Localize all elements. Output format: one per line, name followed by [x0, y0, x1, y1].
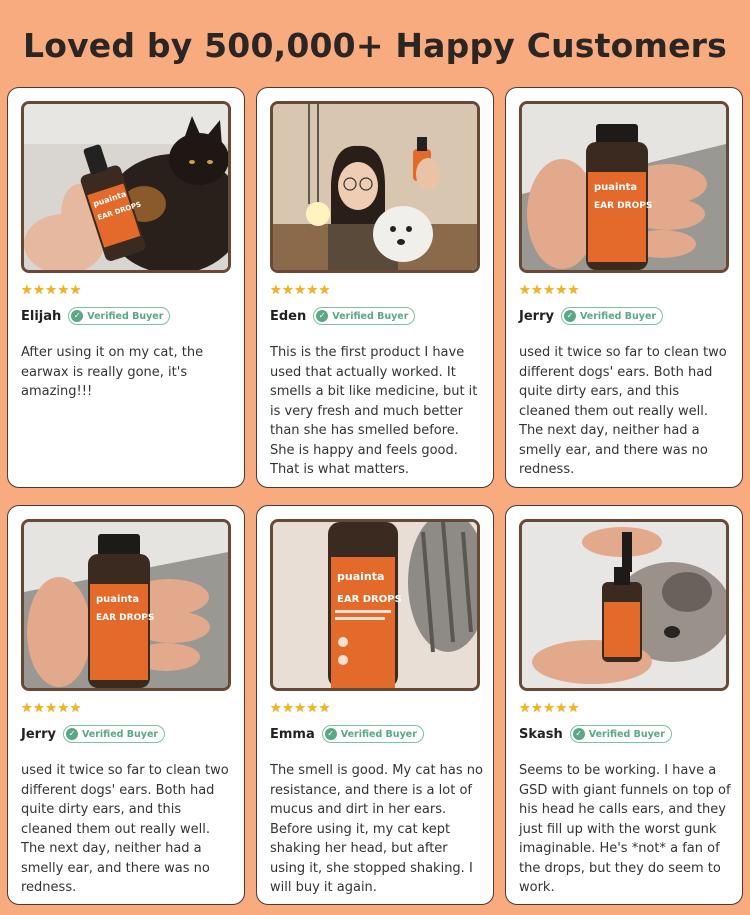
review-card: puainta EAR DROPS ★★★★★ Jerry ✓ Verified…	[7, 505, 245, 905]
reviewer-name: Jerry	[21, 726, 56, 742]
verified-badge: ✓ Verified Buyer	[68, 307, 171, 325]
reviewer-row: Elijah ✓ Verified Buyer	[21, 307, 171, 325]
star-rating: ★★★★★	[270, 701, 331, 716]
review-card: puainta EAR DROPS ★★★★★ Elijah ✓ Verifie…	[7, 87, 245, 488]
reviewer-row: Emma ✓ Verified Buyer	[270, 725, 424, 743]
bottle-product-text: EAR DROPS	[594, 201, 652, 211]
verified-badge: ✓ Verified Buyer	[321, 725, 424, 743]
review-text: This is the first product I have used th…	[270, 345, 478, 477]
star-rating: ★★★★★	[519, 283, 580, 298]
check-icon: ✓	[65, 728, 78, 740]
bottle-product-text: EAR DROPS	[96, 613, 154, 623]
star-rating: ★★★★★	[519, 701, 580, 716]
review-photo: puainta EAR DROPS	[21, 101, 231, 273]
verified-label: Verified Buyer	[81, 728, 159, 740]
verified-badge: ✓ Verified Buyer	[569, 725, 672, 743]
reviewer-row: Skash ✓ Verified Buyer	[519, 725, 672, 743]
review-text: Seems to be working. I have a GSD with g…	[519, 763, 731, 895]
review-photo	[270, 101, 480, 273]
check-icon: ✓	[324, 728, 337, 740]
check-icon: ✓	[572, 728, 585, 740]
bottle-brand-text: puainta	[96, 594, 139, 605]
review-text: After using it on my cat, the earwax is …	[21, 345, 204, 399]
check-icon: ✓	[563, 310, 576, 322]
verified-label: Verified Buyer	[332, 310, 409, 322]
star-rating: ★★★★★	[21, 283, 82, 298]
reviewer-name: Elijah	[21, 308, 62, 324]
page-title: Loved by 500,000+ Happy Customers	[23, 26, 727, 65]
review-text: used it twice so far to clean two differ…	[519, 345, 727, 477]
check-icon: ✓	[316, 310, 329, 322]
verified-label: Verified Buyer	[579, 310, 657, 322]
reviewer-name: Skash	[519, 726, 563, 742]
reviewer-row: Jerry ✓ Verified Buyer	[519, 307, 664, 325]
review-photo	[519, 519, 729, 691]
review-photo: puainta EAR DROPS	[519, 101, 729, 273]
review-text: used it twice so far to clean two differ…	[21, 763, 229, 895]
bottle-brand-text: puainta	[337, 570, 384, 583]
check-icon: ✓	[71, 310, 84, 322]
review-photo: puainta EAR DROPS	[270, 519, 480, 691]
verified-label: Verified Buyer	[340, 728, 417, 740]
review-photo: puainta EAR DROPS	[21, 519, 231, 691]
review-text: The smell is good. My cat has no resista…	[270, 763, 483, 895]
review-card: ★★★★★ Eden ✓ Verified Buyer This is the …	[256, 87, 494, 488]
verified-badge: ✓ Verified Buyer	[313, 307, 416, 325]
bottle-product-text: EAR DROPS	[337, 594, 402, 605]
reviewer-name: Eden	[270, 308, 307, 324]
review-card: ★★★★★ Skash ✓ Verified Buyer Seems to be…	[505, 505, 743, 905]
review-card: puainta EAR DROPS ★★★★★ Emma ✓ Verified …	[256, 505, 494, 905]
verified-badge: ✓ Verified Buyer	[560, 307, 664, 325]
star-rating: ★★★★★	[21, 701, 82, 716]
bottle-brand-text: puainta	[594, 182, 637, 193]
verified-badge: ✓ Verified Buyer	[62, 725, 166, 743]
verified-label: Verified Buyer	[87, 310, 164, 322]
reviewer-row: Eden ✓ Verified Buyer	[270, 307, 416, 325]
reviewer-name: Emma	[270, 726, 315, 742]
star-rating: ★★★★★	[270, 283, 331, 298]
verified-label: Verified Buyer	[588, 728, 665, 740]
reviewer-name: Jerry	[519, 308, 554, 324]
reviewer-row: Jerry ✓ Verified Buyer	[21, 725, 166, 743]
review-card: puainta EAR DROPS ★★★★★ Jerry ✓ Verified…	[505, 87, 743, 488]
